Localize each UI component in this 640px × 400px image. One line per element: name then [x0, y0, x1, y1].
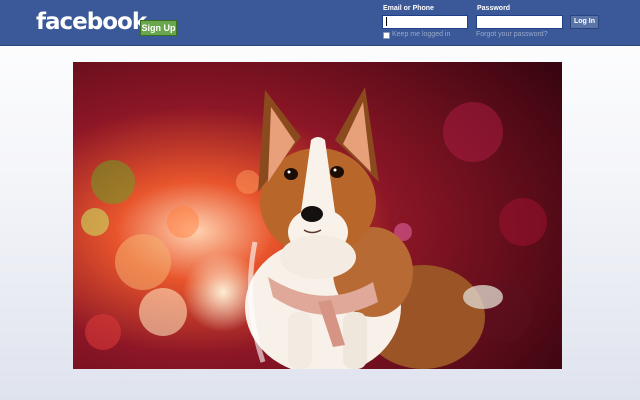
log-in-button[interactable]: Log In [570, 15, 599, 29]
sign-up-button[interactable]: Sign Up [140, 20, 177, 36]
password-field[interactable] [476, 15, 563, 29]
corgi-photo [73, 62, 562, 369]
keep-logged-in-label[interactable]: Keep me logged in [392, 31, 450, 38]
corgi-photo-image [73, 62, 562, 369]
keep-logged-in-checkbox[interactable] [383, 32, 390, 39]
email-label: Email or Phone [383, 5, 434, 12]
top-bar: facebook Sign Up Email or Phone Password… [0, 0, 640, 46]
password-label: Password [477, 5, 511, 12]
text-cursor [386, 17, 387, 26]
facebook-logo[interactable]: facebook [36, 9, 147, 35]
forgot-password-link[interactable]: Forgot your password? [476, 31, 548, 38]
email-field[interactable] [382, 15, 468, 29]
